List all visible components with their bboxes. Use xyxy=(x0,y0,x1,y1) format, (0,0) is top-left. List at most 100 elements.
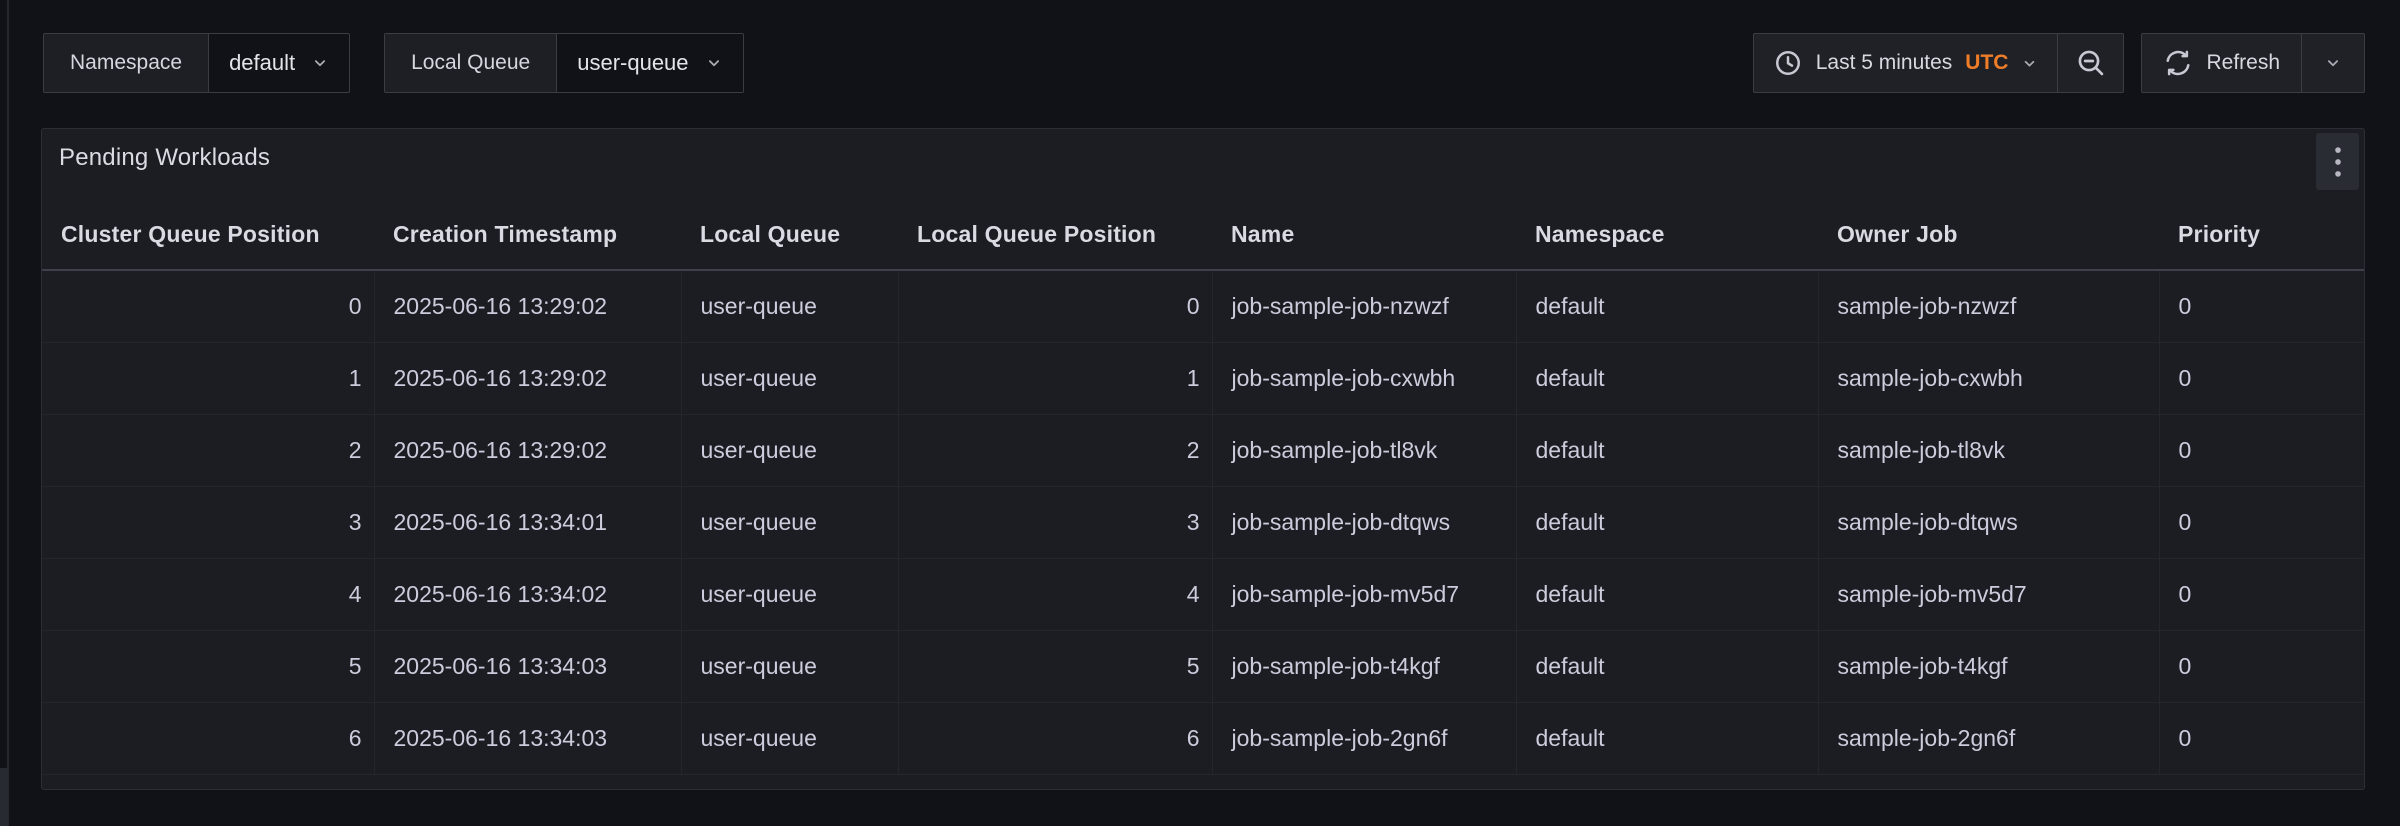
cell-name: job-sample-job-dtqws xyxy=(1212,486,1516,558)
variable-controls: Namespace default Local Queue user-queue xyxy=(43,33,744,93)
magnifier-minus-icon xyxy=(2075,47,2107,79)
namespace-variable: Namespace default xyxy=(43,33,350,93)
cell-owner-job: sample-job-dtqws xyxy=(1818,486,2159,558)
namespace-variable-select[interactable]: default xyxy=(209,34,349,92)
cell-namespace: default xyxy=(1516,558,1818,630)
cell-cluster-queue-position: 6 xyxy=(42,702,374,774)
cell-local-queue-position: 0 xyxy=(898,270,1212,342)
cell-local-queue-position: 2 xyxy=(898,414,1212,486)
cell-cluster-queue-position: 3 xyxy=(42,486,374,558)
cell-name: job-sample-job-t4kgf xyxy=(1212,630,1516,702)
cell-priority: 0 xyxy=(2159,486,2364,558)
column-header-owner-job[interactable]: Owner Job xyxy=(1818,199,2159,270)
chevron-down-icon xyxy=(311,54,329,72)
cell-creation-timestamp: 2025-06-16 13:29:02 xyxy=(374,342,681,414)
cell-owner-job: sample-job-nzwzf xyxy=(1818,270,2159,342)
table-row: 42025-06-16 13:34:02user-queue4job-sampl… xyxy=(42,558,2364,630)
panel-menu-button[interactable] xyxy=(2316,133,2359,190)
cell-name: job-sample-job-nzwzf xyxy=(1212,270,1516,342)
column-header-local-queue[interactable]: Local Queue xyxy=(681,199,898,270)
cell-name: job-sample-job-tl8vk xyxy=(1212,414,1516,486)
local-queue-variable-value: user-queue xyxy=(577,50,688,76)
cell-creation-timestamp: 2025-06-16 13:34:02 xyxy=(374,558,681,630)
refresh-interval-dropdown[interactable] xyxy=(2301,34,2364,92)
cell-name: job-sample-job-cxwbh xyxy=(1212,342,1516,414)
local-queue-variable-label: Local Queue xyxy=(385,34,557,92)
cell-local-queue-position: 5 xyxy=(898,630,1212,702)
chevron-down-icon xyxy=(2324,54,2342,72)
cell-name: job-sample-job-2gn6f xyxy=(1212,702,1516,774)
cell-name: job-sample-job-mv5d7 xyxy=(1212,558,1516,630)
refresh-controls: Refresh xyxy=(2141,33,2365,93)
cell-priority: 0 xyxy=(2159,630,2364,702)
column-header-namespace[interactable]: Namespace xyxy=(1516,199,1818,270)
time-range-picker[interactable]: Last 5 minutes UTC xyxy=(1754,34,2058,92)
dashboard-toolbar: Last 5 minutes UTC Refresh xyxy=(1753,33,2365,93)
cell-local-queue: user-queue xyxy=(681,414,898,486)
time-controls: Last 5 minutes UTC xyxy=(1753,33,2125,93)
cell-local-queue-position: 3 xyxy=(898,486,1212,558)
time-range-label: Last 5 minutes xyxy=(1816,51,1953,75)
cell-creation-timestamp: 2025-06-16 13:29:02 xyxy=(374,414,681,486)
cell-local-queue: user-queue xyxy=(681,486,898,558)
cell-namespace: default xyxy=(1516,702,1818,774)
cell-local-queue: user-queue xyxy=(681,702,898,774)
cell-creation-timestamp: 2025-06-16 13:29:02 xyxy=(374,270,681,342)
column-header-priority[interactable]: Priority xyxy=(2159,199,2364,270)
viewport-left-edge xyxy=(7,0,9,826)
workloads-table: Cluster Queue PositionCreation Timestamp… xyxy=(42,199,2364,775)
cell-local-queue: user-queue xyxy=(681,558,898,630)
cell-local-queue: user-queue xyxy=(681,630,898,702)
panel-title: Pending Workloads xyxy=(59,144,270,172)
column-header-creation-timestamp[interactable]: Creation Timestamp xyxy=(374,199,681,270)
table-header-row: Cluster Queue PositionCreation Timestamp… xyxy=(42,199,2364,270)
cell-owner-job: sample-job-cxwbh xyxy=(1818,342,2159,414)
namespace-variable-value: default xyxy=(229,50,295,76)
zoom-out-button[interactable] xyxy=(2057,34,2123,92)
cell-owner-job: sample-job-tl8vk xyxy=(1818,414,2159,486)
cell-local-queue-position: 6 xyxy=(898,702,1212,774)
cell-priority: 0 xyxy=(2159,342,2364,414)
cell-priority: 0 xyxy=(2159,702,2364,774)
cell-creation-timestamp: 2025-06-16 13:34:03 xyxy=(374,702,681,774)
column-header-local-queue-position[interactable]: Local Queue Position xyxy=(898,199,1212,270)
left-scrollbar-thumb xyxy=(0,768,8,826)
clock-icon xyxy=(1773,48,1803,78)
chevron-down-icon xyxy=(2021,55,2038,72)
cell-priority: 0 xyxy=(2159,414,2364,486)
local-queue-variable: Local Queue user-queue xyxy=(384,33,743,93)
sync-arrows-icon xyxy=(2163,48,2193,78)
cell-cluster-queue-position: 5 xyxy=(42,630,374,702)
cell-cluster-queue-position: 2 xyxy=(42,414,374,486)
table-row: 02025-06-16 13:29:02user-queue0job-sampl… xyxy=(42,270,2364,342)
cell-namespace: default xyxy=(1516,630,1818,702)
cell-local-queue: user-queue xyxy=(681,342,898,414)
cell-creation-timestamp: 2025-06-16 13:34:01 xyxy=(374,486,681,558)
cell-owner-job: sample-job-mv5d7 xyxy=(1818,558,2159,630)
cell-local-queue: user-queue xyxy=(681,270,898,342)
cell-namespace: default xyxy=(1516,342,1818,414)
cell-creation-timestamp: 2025-06-16 13:34:03 xyxy=(374,630,681,702)
cell-cluster-queue-position: 0 xyxy=(42,270,374,342)
cell-owner-job: sample-job-t4kgf xyxy=(1818,630,2159,702)
kebab-vertical-icon xyxy=(2325,142,2351,182)
refresh-button[interactable]: Refresh xyxy=(2142,34,2301,92)
local-queue-variable-select[interactable]: user-queue xyxy=(557,34,742,92)
cell-priority: 0 xyxy=(2159,270,2364,342)
cell-namespace: default xyxy=(1516,270,1818,342)
chevron-down-icon xyxy=(705,54,723,72)
column-header-cluster-queue-position[interactable]: Cluster Queue Position xyxy=(42,199,374,270)
table-row: 52025-06-16 13:34:03user-queue5job-sampl… xyxy=(42,630,2364,702)
table-row: 62025-06-16 13:34:03user-queue6job-sampl… xyxy=(42,702,2364,774)
cell-local-queue-position: 4 xyxy=(898,558,1212,630)
cell-namespace: default xyxy=(1516,486,1818,558)
table-row: 22025-06-16 13:29:02user-queue2job-sampl… xyxy=(42,414,2364,486)
column-header-name[interactable]: Name xyxy=(1212,199,1516,270)
cell-priority: 0 xyxy=(2159,558,2364,630)
timezone-label: UTC xyxy=(1965,51,2008,75)
namespace-variable-label: Namespace xyxy=(44,34,209,92)
table-row: 32025-06-16 13:34:01user-queue3job-sampl… xyxy=(42,486,2364,558)
cell-cluster-queue-position: 1 xyxy=(42,342,374,414)
cell-cluster-queue-position: 4 xyxy=(42,558,374,630)
table-row: 12025-06-16 13:29:02user-queue1job-sampl… xyxy=(42,342,2364,414)
